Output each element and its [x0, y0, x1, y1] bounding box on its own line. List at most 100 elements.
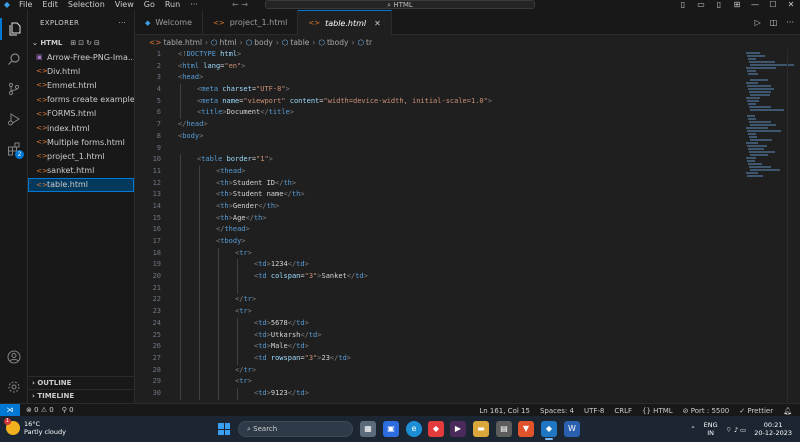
code-line[interactable]: <head>	[178, 72, 738, 84]
code-line[interactable]: </tr>	[178, 294, 738, 307]
code-line[interactable]: <body>	[178, 131, 738, 143]
code-line[interactable]: <td>9123</td>	[178, 387, 738, 400]
file-item[interactable]: <> FORMS.html	[28, 107, 134, 121]
code-line[interactable]: <td>Male</td>	[178, 341, 738, 353]
menu-more[interactable]: ···	[185, 0, 203, 10]
menu-selection[interactable]: Selection	[63, 0, 110, 10]
file-item[interactable]: ▣ Arrow-Free-PNG-Ima...	[28, 50, 134, 64]
folder-tools[interactable]: ⊞⊡↻⊟	[70, 39, 101, 47]
code-line[interactable]	[178, 282, 738, 295]
code-editor[interactable]: 1 2 3 4 5 6 7 8 9 10 11 12 13 14 15 16 17 18 19 20 21 22 23 24 2…	[135, 49, 800, 403]
remote-icon[interactable]: ⋊	[0, 403, 20, 417]
layout-panel-icon[interactable]: ▭	[692, 0, 710, 10]
breadcrumb-tr[interactable]: tr	[366, 38, 372, 47]
windows-start-icon[interactable]	[218, 423, 230, 435]
menu-file[interactable]: File	[14, 0, 37, 10]
source-control-icon[interactable]	[0, 78, 28, 100]
code-line[interactable]: <td colspan="3">Sanket</td>	[178, 271, 738, 283]
layout-sidebar-icon[interactable]: ▯	[674, 0, 692, 10]
word-icon[interactable]: W	[564, 421, 580, 437]
code-line[interactable]: <title>Document</title>	[178, 107, 738, 120]
account-icon[interactable]	[0, 346, 28, 368]
menu-run[interactable]: Run	[160, 0, 185, 10]
code-line[interactable]: <table border="1">	[178, 154, 738, 166]
app-media-icon[interactable]: ▶	[450, 421, 466, 437]
explorer-more-button[interactable]: ···	[118, 19, 126, 27]
maximize-icon[interactable]: ☐	[764, 0, 782, 10]
taskbar-search[interactable]: ⌕ Search	[238, 421, 353, 437]
code-line[interactable]: <th>Student name</th>	[178, 189, 738, 201]
code-line[interactable]: </tr>	[178, 364, 738, 377]
code-line[interactable]: <td>Utkarsh</td>	[178, 329, 738, 342]
code-line[interactable]: <tr>	[178, 376, 738, 388]
file-item[interactable]: <> index.html	[28, 121, 134, 135]
menu-edit[interactable]: Edit	[37, 0, 63, 10]
code-line[interactable]: <th>Student ID</th>	[178, 177, 738, 190]
code-line[interactable]: <th>Gender</th>	[178, 200, 738, 213]
code-area[interactable]: <!DOCTYPE html> <html lang="en"> <head> <me…	[178, 49, 738, 403]
explorer-icon[interactable]	[0, 18, 28, 40]
file-item[interactable]: <> sanket.html	[28, 164, 134, 178]
edge-browser-icon[interactable]: e	[406, 421, 422, 437]
run-icon[interactable]: ▷	[755, 18, 761, 27]
outline-section[interactable]: › OUTLINE	[28, 376, 134, 389]
folder-html[interactable]: ⌄ HTML ⊞⊡↻⊟	[28, 36, 134, 50]
code-line[interactable]: <th>Age</th>	[178, 212, 738, 225]
breadcrumb-body[interactable]: body	[254, 38, 273, 47]
breadcrumb-table[interactable]: table	[290, 38, 309, 47]
run-debug-icon[interactable]	[0, 108, 28, 130]
widget-app-icon[interactable]: ▦	[360, 421, 376, 437]
brave-browser-icon[interactable]: ▼	[518, 421, 534, 437]
file-item[interactable]: <> project_1.html	[28, 149, 134, 163]
code-line[interactable]: <html lang="en">	[178, 61, 738, 73]
language-mode[interactable]: {} HTML	[642, 407, 673, 415]
gear-icon[interactable]	[0, 376, 28, 398]
command-center[interactable]: ⌕ HTML	[265, 0, 535, 9]
code-line[interactable]: </head>	[178, 119, 738, 131]
extensions-icon[interactable]: 2	[0, 138, 28, 160]
vertical-scrollbar[interactable]	[787, 49, 788, 403]
more-actions-icon[interactable]: ···	[786, 18, 794, 27]
app-diamond-icon[interactable]: ◆	[428, 421, 444, 437]
code-line[interactable]: <meta name="viewport" content="width=dev…	[178, 95, 738, 108]
code-line[interactable]: <td rowspan="3">23</td>	[178, 352, 738, 365]
teams-icon[interactable]: ▣	[383, 421, 399, 437]
end-of-line[interactable]: CRLF	[614, 407, 632, 415]
menu-view[interactable]: View	[110, 0, 139, 10]
tab-project-1[interactable]: <> project_1.html	[203, 10, 299, 35]
code-line[interactable]: <!DOCTYPE html>	[178, 49, 738, 61]
indentation[interactable]: Spaces: 4	[540, 407, 574, 415]
prettier-status[interactable]: ✓ Prettier	[739, 407, 773, 415]
clock[interactable]: 00:21 20-12-2023	[754, 421, 792, 437]
breadcrumb-html[interactable]: html	[220, 38, 237, 47]
file-item[interactable]: <> Multiple forms.html	[28, 135, 134, 149]
code-line[interactable]: </thead>	[178, 224, 738, 236]
code-line[interactable]: <tr>	[178, 247, 738, 260]
minimap[interactable]	[740, 49, 800, 199]
notifications-bell-icon[interactable]: 🔔︎	[783, 407, 792, 415]
menu-go[interactable]: Go	[139, 0, 160, 10]
customize-layout-icon[interactable]: ⊞	[728, 0, 746, 10]
split-editor-icon[interactable]: ◫	[770, 18, 778, 27]
live-server-port[interactable]: ⊘ Port : 5500	[683, 407, 730, 415]
file-item[interactable]: <> Div.html	[28, 64, 134, 78]
wifi-volume-battery-icon[interactable]: ⌔ ♪ ▭	[726, 425, 747, 434]
code-line[interactable]	[178, 143, 738, 155]
weather-widget[interactable]: 1 16°C Partly cloudy	[4, 418, 66, 436]
file-item[interactable]: <> table.html	[28, 177, 134, 192]
encoding[interactable]: UTF-8	[584, 407, 604, 415]
timeline-section[interactable]: › TIMELINE	[28, 389, 134, 402]
close-window-icon[interactable]: ✕	[782, 0, 800, 10]
code-line[interactable]: <tbody>	[178, 236, 738, 248]
code-line[interactable]: <td>5678</td>	[178, 317, 738, 330]
file-item[interactable]: <> Emmet.html	[28, 78, 134, 92]
close-icon[interactable]: ✕	[374, 19, 381, 28]
search-icon[interactable]	[0, 48, 28, 70]
code-line[interactable]: <td>1234</td>	[178, 259, 738, 272]
breadcrumb-tbody[interactable]: tbody	[327, 38, 349, 47]
app-window-icon[interactable]: ▤	[496, 421, 512, 437]
layout-secondary-icon[interactable]: ▯	[710, 0, 728, 10]
ports-indicator[interactable]: ⚲ 0	[62, 406, 74, 414]
chevron-up-icon[interactable]: ⌃	[690, 425, 695, 433]
code-line[interactable]: <thead>	[178, 165, 738, 178]
